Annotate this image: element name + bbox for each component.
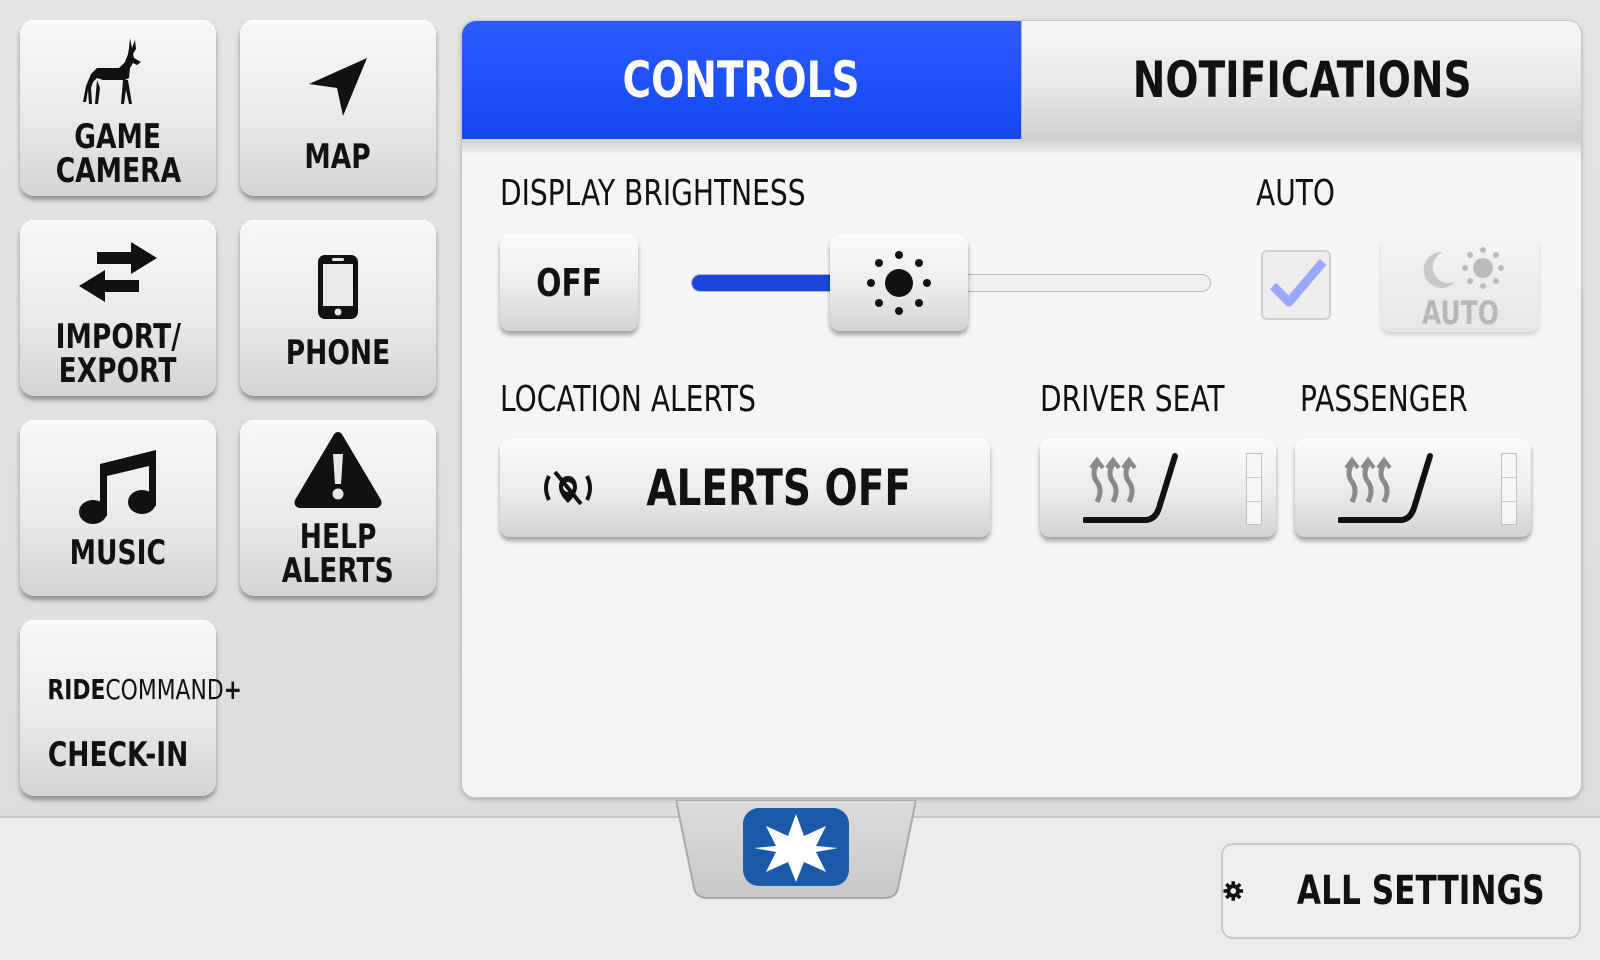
smartphone-icon xyxy=(318,255,358,319)
tile-label: EXPORT xyxy=(59,351,177,391)
tile-label: HELP xyxy=(299,517,377,557)
driver-seat-label: DRIVER SEAT xyxy=(1040,379,1225,420)
auto-button-label: AUTO xyxy=(1421,294,1499,332)
brand-ride: RIDE xyxy=(47,673,106,706)
sun-icon xyxy=(867,251,931,315)
moon-sun-icon xyxy=(1423,247,1504,289)
tile-label: PHONE xyxy=(285,333,391,373)
tile-label: CHECK-IN xyxy=(47,735,189,775)
tile-label: MAP xyxy=(304,137,372,177)
controls-panel: CONTROLS NOTIFICATIONS DISPLAY BRIGHTNES… xyxy=(461,20,1582,798)
screen: GAME CAMERA MAP IMPORT/ EXPORT PHONE MUS… xyxy=(0,0,1600,960)
seat-heat-level-indicator xyxy=(1246,453,1262,525)
heated-seat-icon xyxy=(1338,453,1433,523)
all-settings-button[interactable]: ALL SETTINGS xyxy=(1221,843,1581,939)
brand-plus: + xyxy=(223,673,242,706)
game-camera-button[interactable]: GAME CAMERA xyxy=(20,20,216,196)
passenger-seat-heat-button[interactable] xyxy=(1295,439,1531,537)
tile-label: IMPORT/ xyxy=(55,317,181,357)
tab-notifications-label: NOTIFICATIONS xyxy=(1132,51,1472,109)
music-note-icon xyxy=(79,450,156,524)
location-alerts-label: LOCATION ALERTS xyxy=(500,379,756,420)
help-alerts-button[interactable]: HELP ALERTS xyxy=(240,420,436,596)
display-brightness-label: DISPLAY BRIGHTNESS xyxy=(500,173,806,214)
music-button[interactable]: MUSIC xyxy=(20,420,216,596)
brightness-slider-thumb[interactable] xyxy=(830,235,968,331)
auto-mode-button[interactable]: AUTO xyxy=(1381,236,1539,332)
tile-label: ALERTS xyxy=(282,551,394,591)
tile-label: CAMERA xyxy=(55,151,181,191)
passenger-label: PASSENGER xyxy=(1300,379,1468,420)
tab-notifications[interactable]: NOTIFICATIONS xyxy=(1021,21,1581,139)
heated-seat-icon xyxy=(1083,453,1178,523)
phone-button[interactable]: PHONE xyxy=(240,220,436,396)
seat-heat-level-indicator xyxy=(1501,453,1517,525)
navigation-arrow-icon xyxy=(309,58,367,116)
tab-controls[interactable]: CONTROLS xyxy=(462,21,1021,139)
alerts-off-label: ALERTS OFF xyxy=(646,459,912,517)
tile-label: MUSIC xyxy=(69,533,167,573)
auto-brightness-checkbox[interactable] xyxy=(1261,250,1331,320)
brand-command: COMMAND xyxy=(105,673,224,706)
tab-controls-label: CONTROLS xyxy=(622,51,861,109)
alerts-muted-icon xyxy=(544,470,593,506)
auto-label: AUTO xyxy=(1256,173,1336,214)
checkmark-icon xyxy=(1269,259,1327,307)
gear-icon xyxy=(1223,881,1244,901)
tile-label: GAME xyxy=(74,117,162,157)
brightness-off-button[interactable]: OFF xyxy=(500,235,638,331)
warning-triangle-icon xyxy=(294,432,382,508)
polaris-star-logo xyxy=(674,799,918,899)
map-button[interactable]: MAP xyxy=(240,20,436,196)
off-button-label: OFF xyxy=(536,261,602,305)
alerts-off-button[interactable]: ALERTS OFF xyxy=(500,439,990,537)
import-export-button[interactable]: IMPORT/ EXPORT xyxy=(20,220,216,396)
ride-command-logo: RIDECOMMAND+ xyxy=(47,676,242,704)
all-settings-label: ALL SETTINGS xyxy=(1296,868,1545,914)
driver-seat-heat-button[interactable] xyxy=(1040,439,1276,537)
tab-divider-shadow xyxy=(462,139,1581,155)
swap-arrows-icon xyxy=(79,242,157,302)
home-logo-button[interactable] xyxy=(674,799,918,900)
deer-icon xyxy=(83,38,141,104)
ride-command-checkin-button[interactable]: RIDECOMMAND+ CHECK-IN xyxy=(20,620,242,796)
